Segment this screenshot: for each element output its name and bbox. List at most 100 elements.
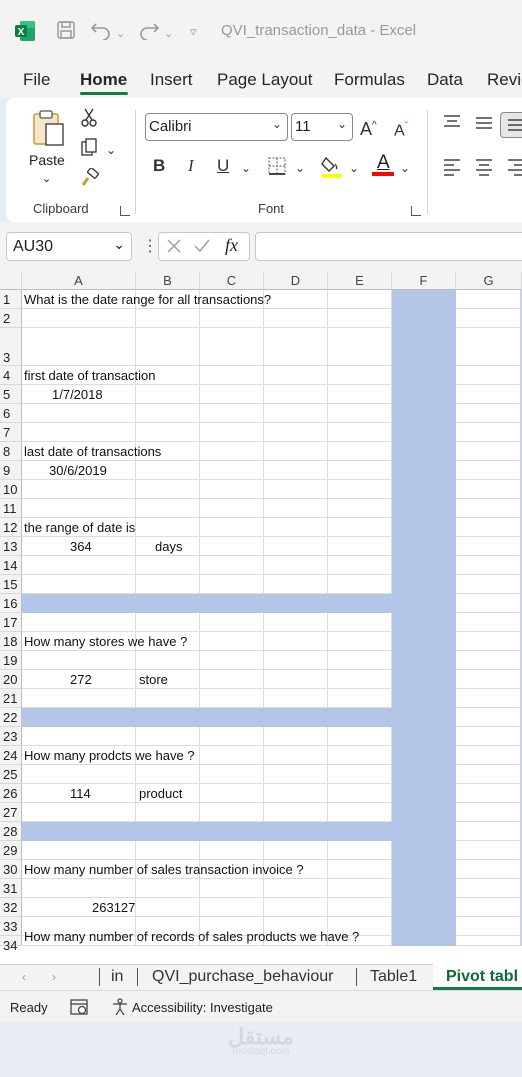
row-header-28[interactable]: 28: [0, 822, 22, 841]
row-header-22[interactable]: 22: [0, 708, 22, 727]
cell-c2[interactable]: [200, 309, 264, 328]
row-header-1[interactable]: 1: [0, 290, 22, 309]
cell-d15[interactable]: [264, 575, 328, 594]
cell-g24[interactable]: [456, 746, 522, 765]
cell-g29[interactable]: [456, 841, 522, 860]
row-header-5[interactable]: 5: [0, 385, 22, 404]
cell-e20[interactable]: [328, 670, 392, 689]
font-size-select[interactable]: 11 ⌄: [291, 113, 353, 141]
cell-e27[interactable]: [328, 803, 392, 822]
cell-d2[interactable]: [264, 309, 328, 328]
cell-b15[interactable]: [136, 575, 200, 594]
tab-formulas[interactable]: Formulas: [334, 70, 405, 90]
row-header-16[interactable]: 16: [0, 594, 22, 613]
cell-a15[interactable]: [22, 575, 136, 594]
tab-home[interactable]: Home: [80, 70, 127, 90]
cell-b31[interactable]: [136, 879, 200, 898]
cell-c17[interactable]: [200, 613, 264, 632]
cell-c32[interactable]: [200, 898, 264, 917]
cell-d32[interactable]: [264, 898, 328, 917]
row-header-26[interactable]: 26: [0, 784, 22, 803]
cell-d8[interactable]: [264, 442, 328, 461]
row-header-13[interactable]: 13: [0, 537, 22, 556]
cell-d11[interactable]: [264, 499, 328, 518]
sheet-tab-in[interactable]: in: [111, 968, 123, 986]
cell-e8[interactable]: [328, 442, 392, 461]
italic-button[interactable]: I: [188, 156, 194, 176]
sheet-tab-qvi-purchase-behaviour[interactable]: QVI_purchase_behaviour: [152, 968, 333, 986]
cell-g9[interactable]: [456, 461, 522, 480]
cell-e15[interactable]: [328, 575, 392, 594]
cell-a3[interactable]: [22, 328, 136, 366]
cell-b14[interactable]: [136, 556, 200, 575]
cell-d20[interactable]: [264, 670, 328, 689]
name-box[interactable]: AU30 ⌄: [6, 232, 132, 261]
shrink-font-button[interactable]: Aˇ: [394, 117, 408, 141]
cell-e32[interactable]: [328, 898, 392, 917]
row-header-34[interactable]: 34: [0, 936, 22, 953]
row-header-21[interactable]: 21: [0, 689, 22, 708]
cell-b19[interactable]: [136, 651, 200, 670]
cell-e13[interactable]: [328, 537, 392, 556]
cell-b32[interactable]: [136, 898, 200, 917]
cell-a29[interactable]: [22, 841, 136, 860]
cell-a2[interactable]: [22, 309, 136, 328]
cell-c19[interactable]: [200, 651, 264, 670]
scroll-right-icon[interactable]: ›: [52, 970, 56, 984]
cell-d27[interactable]: [264, 803, 328, 822]
font-name-select[interactable]: Calibri ⌄: [145, 113, 288, 141]
underline-dropdown-icon[interactable]: ⌄: [241, 158, 251, 178]
cell-d29[interactable]: [264, 841, 328, 860]
cell-d17[interactable]: [264, 613, 328, 632]
sheet-tab-table1[interactable]: Table1: [370, 968, 417, 986]
cell-c21[interactable]: [200, 689, 264, 708]
row-header-20[interactable]: 20: [0, 670, 22, 689]
cell-g23[interactable]: [456, 727, 522, 746]
column-header-g[interactable]: G: [456, 272, 522, 290]
format-painter-icon[interactable]: [80, 167, 100, 193]
cell-a10[interactable]: [22, 480, 136, 499]
row-header-15[interactable]: 15: [0, 575, 22, 594]
cell-g21[interactable]: [456, 689, 522, 708]
cell-a17[interactable]: [22, 613, 136, 632]
customize-toolbar-icon[interactable]: ▿: [190, 22, 197, 42]
cell-c8[interactable]: [200, 442, 264, 461]
borders-dropdown-icon[interactable]: ⌄: [295, 158, 305, 178]
cell-g20[interactable]: [456, 670, 522, 689]
cell-g12[interactable]: [456, 518, 522, 537]
cell-g28[interactable]: [456, 822, 522, 841]
cell-e23[interactable]: [328, 727, 392, 746]
row-header-27[interactable]: 27: [0, 803, 22, 822]
cell-e1[interactable]: [328, 290, 392, 309]
row-header-4[interactable]: 4: [0, 366, 22, 385]
tab-review[interactable]: Revie: [487, 70, 522, 90]
cell-e24[interactable]: [328, 746, 392, 765]
row-header-3[interactable]: 3: [0, 328, 22, 366]
align-top-icon[interactable]: [442, 114, 462, 135]
cell-g32[interactable]: [456, 898, 522, 917]
align-center-icon[interactable]: [474, 158, 494, 181]
accessibility-icon[interactable]: [111, 998, 129, 1021]
cell-g31[interactable]: [456, 879, 522, 898]
row-header-23[interactable]: 23: [0, 727, 22, 746]
cell-c18[interactable]: [200, 632, 264, 651]
underline-button[interactable]: U: [217, 156, 229, 176]
cell-e5[interactable]: [328, 385, 392, 404]
formula-input[interactable]: [255, 232, 522, 261]
cell-c3[interactable]: [200, 328, 264, 366]
cell-c25[interactable]: [200, 765, 264, 784]
row-header-31[interactable]: 31: [0, 879, 22, 898]
cell-e25[interactable]: [328, 765, 392, 784]
cell-c13[interactable]: [200, 537, 264, 556]
row-header-19[interactable]: 19: [0, 651, 22, 670]
cell-a11[interactable]: [22, 499, 136, 518]
column-header-c[interactable]: C: [200, 272, 264, 290]
cell-e12[interactable]: [328, 518, 392, 537]
cell-d31[interactable]: [264, 879, 328, 898]
cell-g26[interactable]: [456, 784, 522, 803]
copy-icon[interactable]: [80, 138, 100, 163]
cell-c14[interactable]: [200, 556, 264, 575]
cell-g19[interactable]: [456, 651, 522, 670]
cell-g14[interactable]: [456, 556, 522, 575]
cell-d1[interactable]: [264, 290, 328, 309]
